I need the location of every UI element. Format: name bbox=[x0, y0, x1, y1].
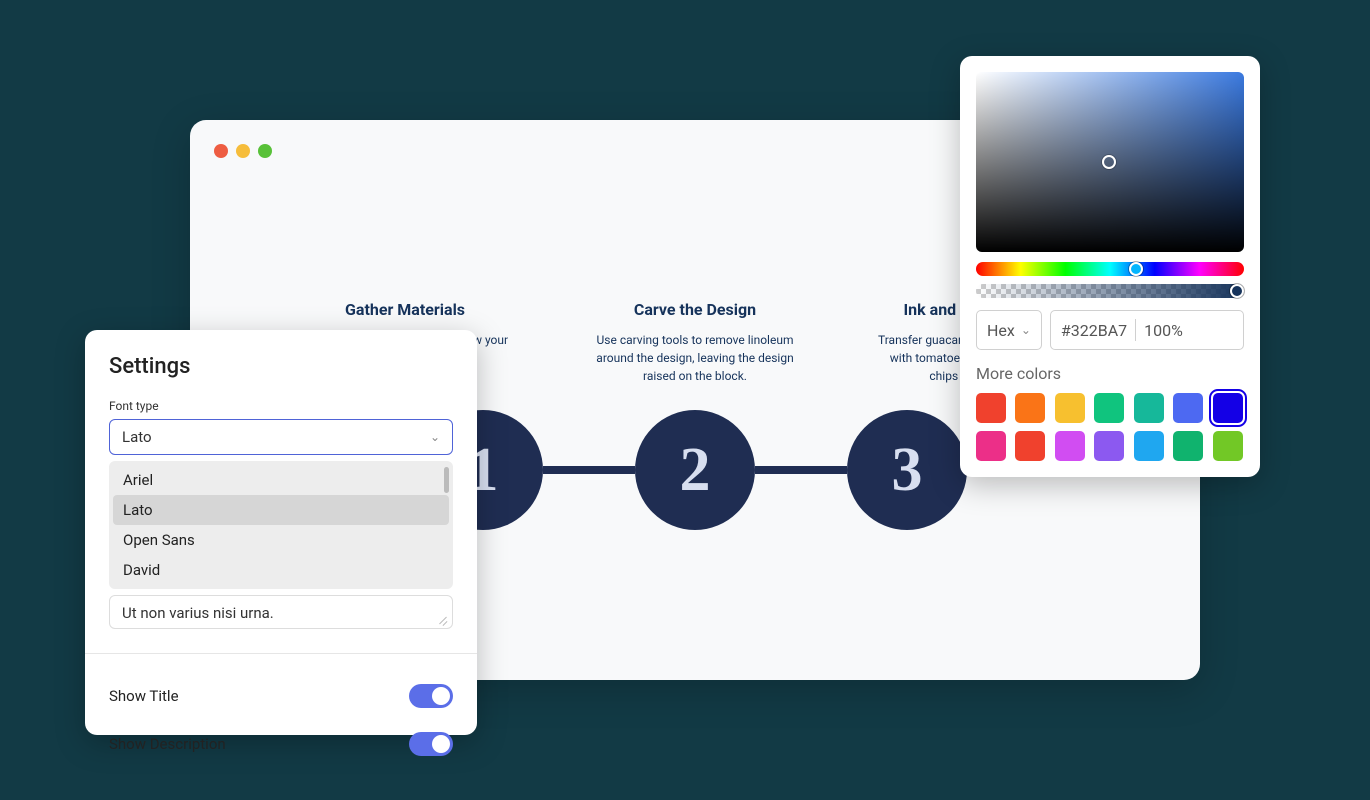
swatch[interactable] bbox=[1015, 393, 1045, 423]
settings-title: Settings bbox=[109, 354, 453, 379]
step-title: Gather Materials bbox=[295, 300, 515, 319]
swatch[interactable] bbox=[1055, 431, 1085, 461]
swatch[interactable] bbox=[1094, 393, 1124, 423]
font-select-value: Lato bbox=[122, 428, 152, 446]
swatch[interactable] bbox=[1213, 393, 1243, 423]
hex-value: #322BA7 bbox=[1061, 321, 1127, 340]
step-2: Carve the Design Use carving tools to re… bbox=[585, 300, 805, 385]
font-option-opensans[interactable]: Open Sans bbox=[113, 525, 449, 555]
toggle-show-title: Show Title bbox=[109, 672, 453, 720]
step-title: Carve the Design bbox=[585, 300, 805, 319]
sample-text-input[interactable]: Ut non varius nisi urna. bbox=[109, 595, 453, 629]
hue-thumb[interactable] bbox=[1129, 262, 1143, 276]
font-option-ariel[interactable]: Ariel bbox=[113, 465, 449, 495]
window-controls bbox=[214, 144, 272, 158]
more-colors-label: More colors bbox=[976, 364, 1244, 383]
swatches-grid bbox=[976, 393, 1244, 461]
connector bbox=[543, 466, 635, 474]
sample-text-value: Ut non varius nisi urna. bbox=[122, 604, 274, 622]
swatch[interactable] bbox=[1173, 393, 1203, 423]
settings-panel: Settings Font type Lato ⌄ Ariel Lato Ope… bbox=[85, 330, 477, 735]
toggle-label: Show Title bbox=[109, 687, 179, 705]
color-picker-panel: Hex ⌄ #322BA7 100% More colors bbox=[960, 56, 1260, 477]
swatch[interactable] bbox=[1173, 431, 1203, 461]
toggle-show-title-switch[interactable] bbox=[409, 684, 453, 708]
font-option-lato[interactable]: Lato bbox=[113, 495, 449, 525]
toggle-label: Show Description bbox=[109, 735, 226, 753]
chevron-down-icon: ⌄ bbox=[1021, 323, 1031, 337]
format-label: Hex bbox=[987, 321, 1015, 340]
font-type-label: Font type bbox=[109, 399, 453, 413]
minimize-icon[interactable] bbox=[236, 144, 250, 158]
swatch[interactable] bbox=[1055, 393, 1085, 423]
swatch[interactable] bbox=[976, 393, 1006, 423]
scrollbar-thumb[interactable] bbox=[444, 467, 449, 493]
swatch[interactable] bbox=[1134, 393, 1164, 423]
step-desc: Use carving tools to remove linoleum aro… bbox=[585, 331, 805, 385]
swatch[interactable] bbox=[1134, 431, 1164, 461]
color-format-select[interactable]: Hex ⌄ bbox=[976, 310, 1042, 350]
hue-slider[interactable] bbox=[976, 262, 1244, 276]
input-separator bbox=[1135, 319, 1136, 341]
swatch[interactable] bbox=[976, 431, 1006, 461]
alpha-slider[interactable] bbox=[976, 284, 1244, 298]
font-dropdown: Ariel Lato Open Sans David bbox=[109, 461, 453, 589]
toggle-show-description-switch[interactable] bbox=[409, 732, 453, 756]
step-circle-2: 2 bbox=[635, 410, 755, 530]
step-circle-3: 3 bbox=[847, 410, 967, 530]
gradient-cursor-icon[interactable] bbox=[1102, 155, 1116, 169]
connector bbox=[755, 466, 847, 474]
hex-input[interactable]: #322BA7 100% bbox=[1050, 310, 1244, 350]
font-select[interactable]: Lato ⌄ bbox=[109, 419, 453, 455]
font-option-david[interactable]: David bbox=[113, 555, 449, 585]
divider bbox=[85, 653, 477, 654]
swatch[interactable] bbox=[1213, 431, 1243, 461]
maximize-icon[interactable] bbox=[258, 144, 272, 158]
swatch[interactable] bbox=[1094, 431, 1124, 461]
resize-handle-icon[interactable] bbox=[438, 614, 448, 624]
color-gradient[interactable] bbox=[976, 72, 1244, 252]
picker-inputs: Hex ⌄ #322BA7 100% bbox=[976, 310, 1244, 350]
swatch[interactable] bbox=[1015, 431, 1045, 461]
alpha-thumb[interactable] bbox=[1230, 284, 1244, 298]
close-icon[interactable] bbox=[214, 144, 228, 158]
chevron-down-icon: ⌄ bbox=[430, 430, 440, 444]
toggle-show-description: Show Description bbox=[109, 720, 453, 768]
alpha-value: 100% bbox=[1144, 321, 1183, 340]
